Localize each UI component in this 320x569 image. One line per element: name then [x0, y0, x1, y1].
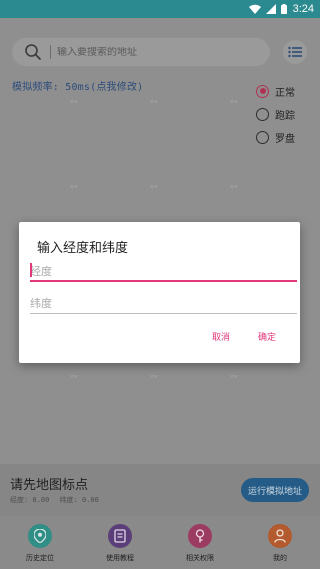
person-icon [268, 524, 292, 548]
map-watermark: ▪▪ [149, 183, 159, 190]
map-watermark: ▪▪ [229, 373, 239, 380]
document-icon [108, 524, 132, 548]
list-menu-button[interactable] [283, 40, 307, 64]
battery-icon [280, 4, 287, 14]
mode-option-track[interactable]: 跑踪 [256, 103, 295, 125]
search-icon[interactable] [24, 43, 42, 61]
location-pin-icon [28, 524, 52, 548]
status-time: 3:24 [292, 3, 314, 15]
key-icon [188, 524, 212, 548]
map-watermark: ▪▪ [229, 183, 239, 190]
latitude-readout: 纬度: 0.00 [59, 496, 99, 504]
tab-tutorial[interactable]: 使用教程 [80, 516, 160, 569]
tab-label: 历史定位 [26, 554, 54, 562]
text-caret [30, 263, 32, 277]
panel-title: 请先地图标点 [10, 478, 89, 493]
mode-label: 罗盘 [275, 133, 295, 145]
radio-checked[interactable] [256, 84, 269, 98]
tab-label: 我的 [273, 554, 287, 562]
bottom-tab-bar: 历史定位 使用教程 相关权限 我的 [0, 516, 320, 569]
signal-icon [265, 4, 276, 14]
radio-unchecked[interactable] [256, 107, 269, 121]
tab-label: 使用教程 [106, 554, 134, 562]
coordinate-input-dialog: 输入经度和纬度 取消 确定 [19, 222, 300, 363]
confirm-button[interactable]: 确定 [258, 330, 276, 343]
field-underline [30, 313, 297, 314]
wifi-icon [248, 4, 261, 14]
coordinates-readout: 经度: 0.00 纬度: 0.00 [10, 495, 105, 505]
mode-option-normal[interactable]: 正常 [256, 80, 295, 102]
search-input[interactable] [57, 46, 270, 58]
dialog-title: 输入经度和纬度 [37, 241, 129, 256]
frequency-setting-link[interactable]: 模拟频率: 50ms(点我修改) [12, 78, 143, 93]
map-watermark: ▪▪ [149, 373, 159, 380]
mode-label: 跑踪 [275, 110, 295, 122]
tab-permissions[interactable]: 相关权限 [160, 516, 240, 569]
longitude-field[interactable] [30, 260, 297, 283]
map-watermark: ▪▪ [69, 98, 79, 105]
map-watermark: ▪▪ [69, 183, 79, 190]
list-icon [288, 43, 302, 62]
tab-label: 相关权限 [186, 554, 214, 562]
longitude-readout: 经度: 0.00 [10, 496, 50, 504]
mode-option-compass[interactable]: 罗盘 [256, 126, 295, 148]
cancel-button[interactable]: 取消 [212, 330, 230, 343]
search-divider [50, 45, 51, 59]
tab-history-location[interactable]: 历史定位 [0, 516, 80, 569]
mode-label: 正常 [275, 87, 295, 99]
latitude-field[interactable] [30, 292, 297, 315]
app-screen: 3:24 ▪▪ ▪▪ ▪▪ ▪▪ ▪▪ ▪▪ ▪▪ ▪▪ ▪▪ 输入要搜索的地址… [0, 0, 320, 569]
bottom-panel: 请先地图标点 经度: 0.00 纬度: 0.00 运行模拟地址 [0, 464, 320, 516]
search-bar[interactable] [12, 38, 270, 66]
status-bar: 3:24 [0, 0, 320, 18]
field-underline [30, 280, 297, 282]
latitude-input[interactable] [30, 292, 297, 315]
radio-unchecked[interactable] [256, 130, 269, 144]
mode-radio-group: 正常 跑踪 罗盘 [256, 80, 295, 149]
map-watermark: ▪▪ [149, 98, 159, 105]
tab-mine[interactable]: 我的 [240, 516, 320, 569]
map-watermark: ▪▪ [229, 98, 239, 105]
run-simulation-button[interactable]: 运行模拟地址 [241, 478, 309, 502]
map-watermark: ▪▪ [69, 373, 79, 380]
